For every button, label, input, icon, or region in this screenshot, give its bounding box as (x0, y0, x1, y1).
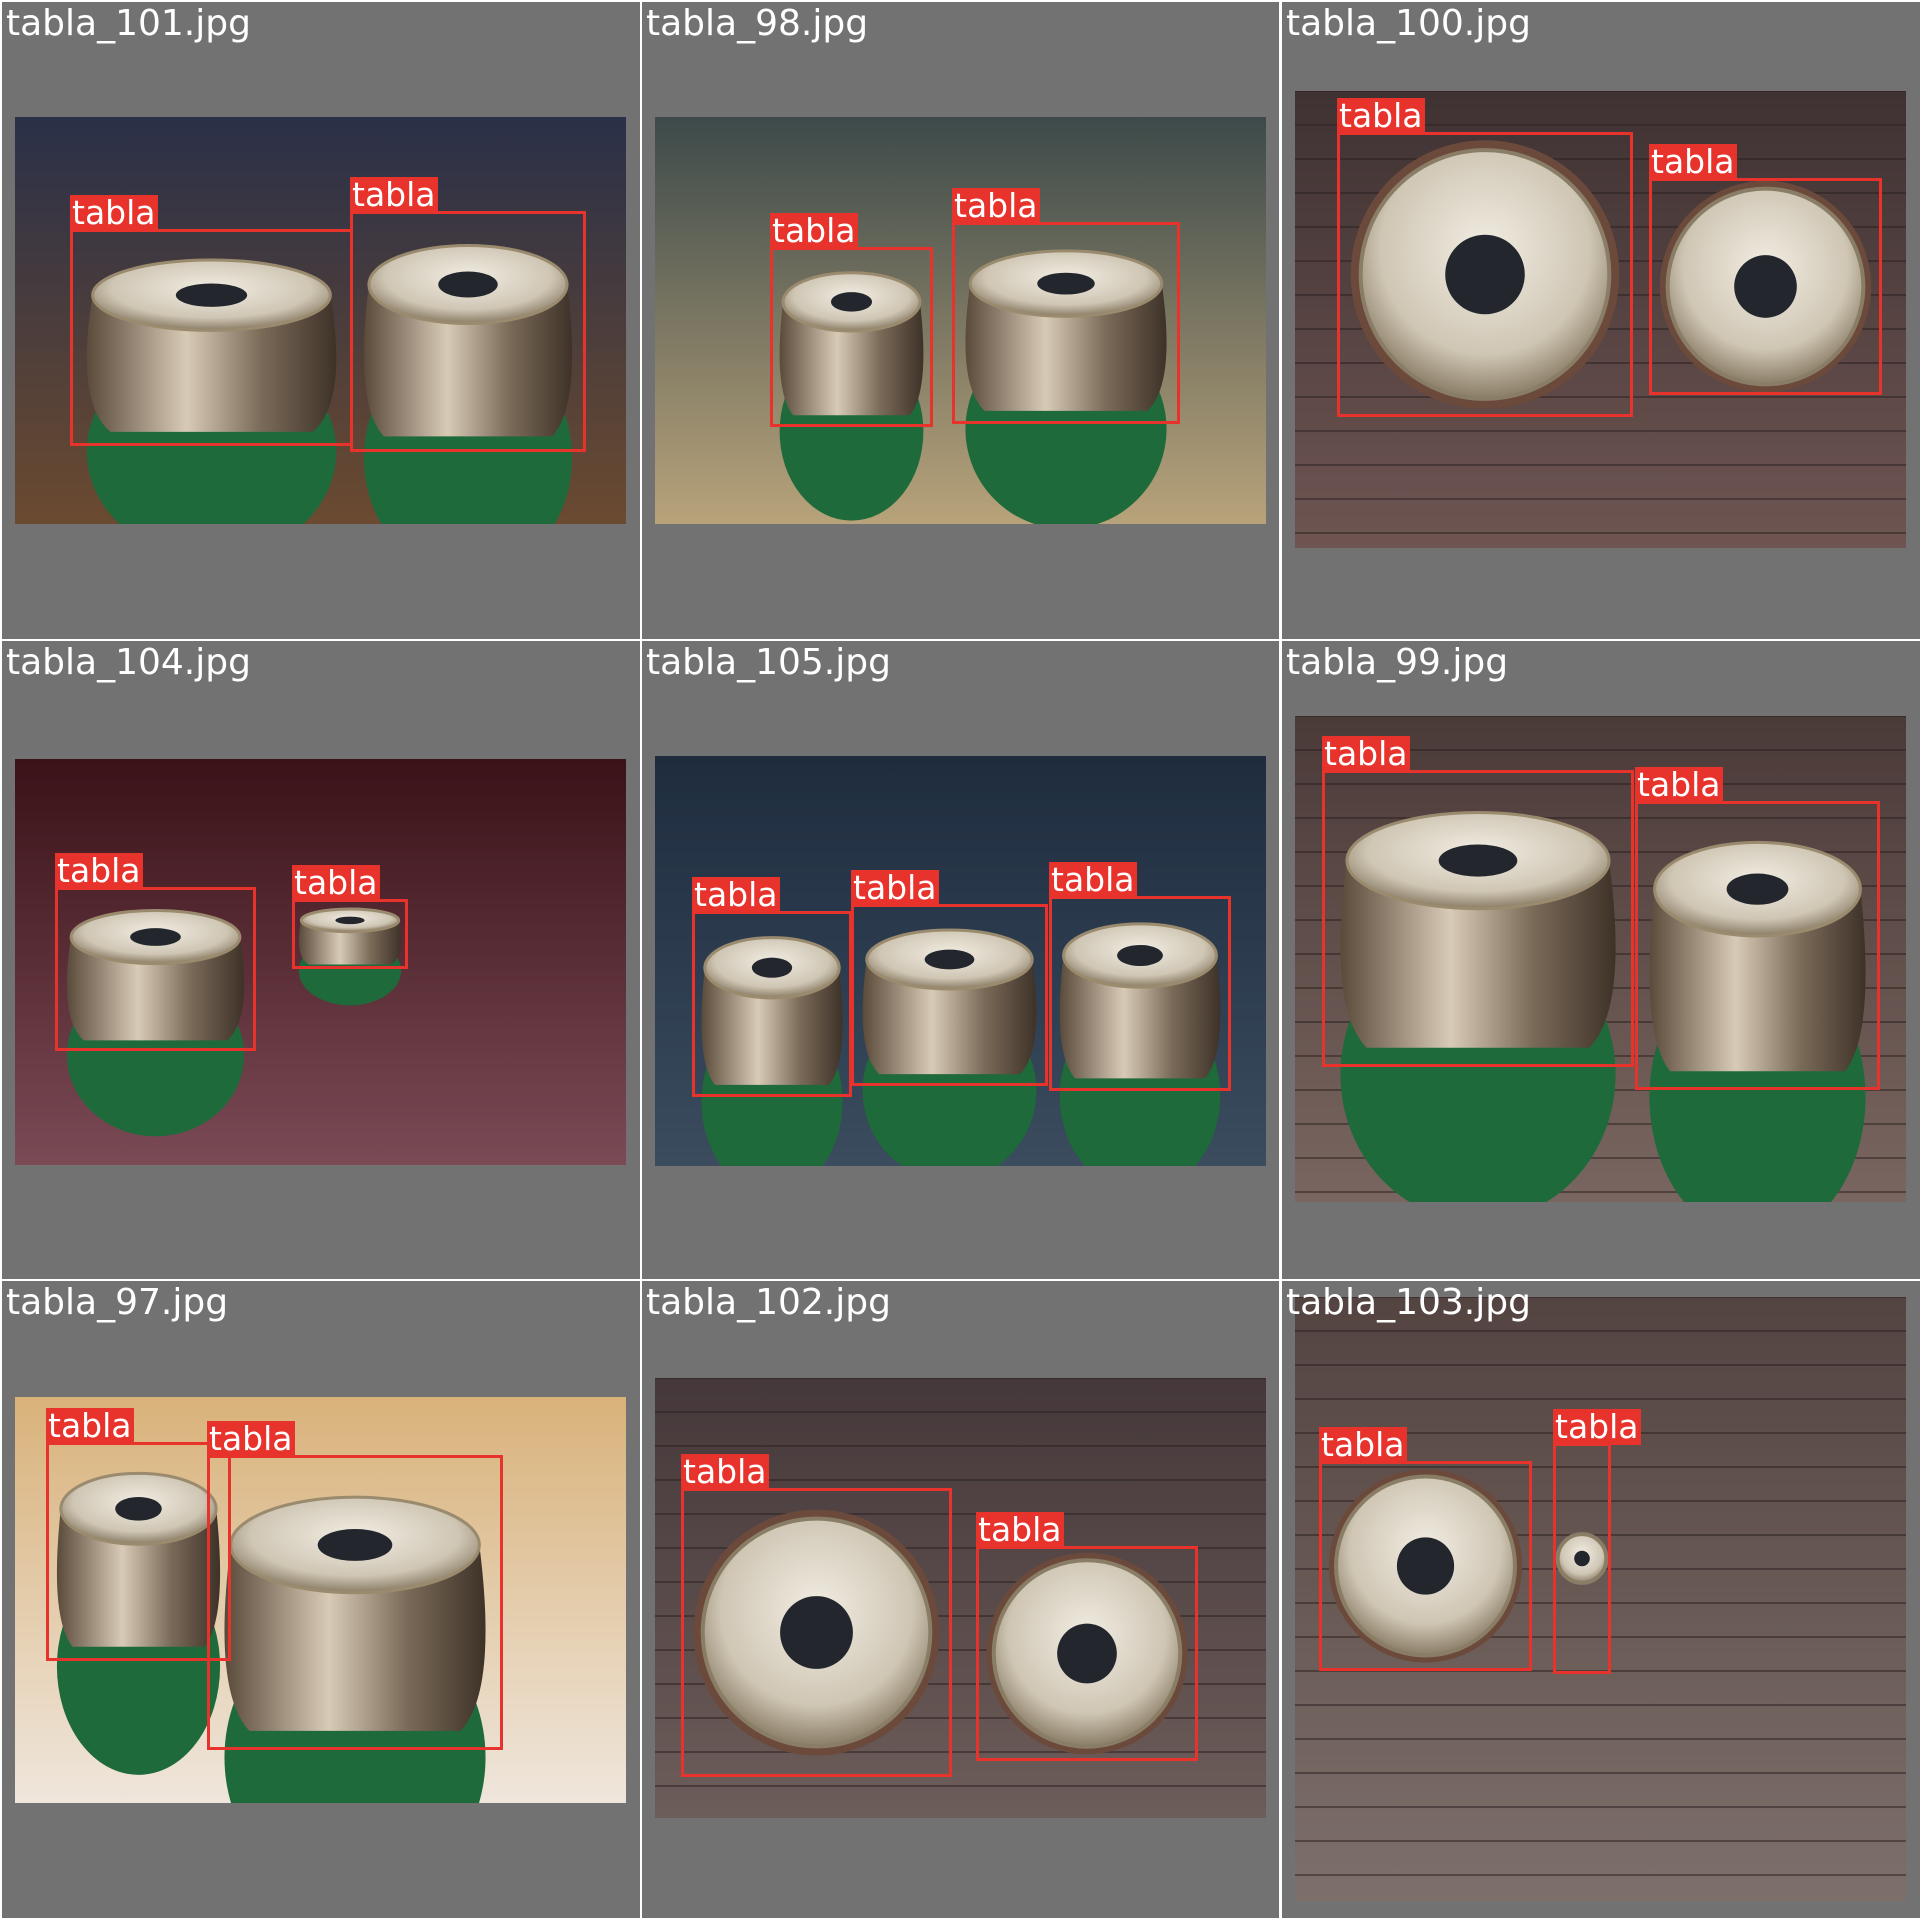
tile-filename: tabla_100.jpg (1286, 3, 1531, 44)
detection-label: tabla (46, 1406, 134, 1445)
tile-filename: tabla_104.jpg (6, 642, 251, 683)
detection-box: tabla (770, 213, 933, 427)
detection-box: tabla (1635, 767, 1880, 1090)
grid-tile: tabla_98.jpgtabla tabla (642, 2, 1279, 639)
tile-filename: tabla_97.jpg (6, 1282, 229, 1323)
grid-tile: tabla_100.jpgtabla tabla (1282, 2, 1920, 639)
grid-tile: tabla_99.jpgtabla tabla (1282, 641, 1920, 1279)
tile-filename: tabla_105.jpg (646, 642, 891, 683)
detection-label: tabla (1319, 1425, 1407, 1464)
detection-label: tabla (1649, 142, 1737, 181)
detection-box: tabla (692, 877, 852, 1097)
grid-tile: tabla_97.jpgtabla tabla (2, 1281, 640, 1918)
detection-box: tabla (1553, 1409, 1641, 1674)
detection-label: tabla (55, 851, 143, 890)
tile-filename: tabla_101.jpg (6, 3, 251, 44)
grid-tile: tabla_103.jpgtabla tabla (1282, 1281, 1920, 1918)
detection-label: tabla (851, 868, 939, 907)
detection-box: tabla (1049, 862, 1231, 1091)
detection-label: tabla (770, 211, 858, 250)
grid-tile: tabla_101.jpgtabla tabla (2, 2, 640, 639)
detection-box: tabla (952, 188, 1180, 424)
detection-label: tabla (292, 863, 380, 902)
detection-box: tabla (851, 870, 1048, 1086)
detection-label: tabla (1049, 860, 1137, 899)
detection-label: tabla (976, 1510, 1064, 1549)
detection-label: tabla (1635, 765, 1723, 804)
tile-filename: tabla_98.jpg (646, 3, 869, 44)
grid-tile: tabla_104.jpgtabla tabla (2, 641, 640, 1279)
detection-label: tabla (350, 175, 438, 214)
tile-filename: tabla_103.jpg (1286, 1282, 1531, 1323)
detection-box: tabla (1322, 736, 1634, 1067)
image-grid: tabla_101.jpg tabla tabla tabla_98.jpg tabl… (0, 0, 1920, 1920)
detection-box: tabla (1337, 98, 1633, 417)
detection-box: tabla (70, 195, 353, 446)
detection-box: tabla (55, 853, 256, 1051)
detection-box: tabla (976, 1512, 1198, 1761)
detection-label: tabla (1337, 96, 1425, 135)
detection-label: tabla (681, 1452, 769, 1491)
detection-box: tabla (46, 1408, 231, 1661)
grid-tile: tabla_102.jpgtabla tabla (642, 1281, 1279, 1918)
detection-box: tabla (681, 1454, 952, 1777)
tile-filename: tabla_99.jpg (1286, 642, 1509, 683)
detection-label: tabla (692, 875, 780, 914)
detection-label: tabla (1322, 734, 1410, 773)
detection-box: tabla (292, 865, 408, 969)
detection-label: tabla (70, 193, 158, 232)
detection-label: tabla (952, 186, 1040, 225)
detection-label: tabla (1553, 1407, 1641, 1446)
grid-tile: tabla_105.jpgtabla tabla tabla (642, 641, 1279, 1279)
detection-box: tabla (350, 177, 586, 452)
detection-label: tabla (207, 1419, 295, 1458)
tile-filename: tabla_102.jpg (646, 1282, 891, 1323)
detection-box: tabla (207, 1421, 503, 1750)
detection-box: tabla (1319, 1427, 1532, 1671)
detection-box: tabla (1649, 144, 1882, 395)
